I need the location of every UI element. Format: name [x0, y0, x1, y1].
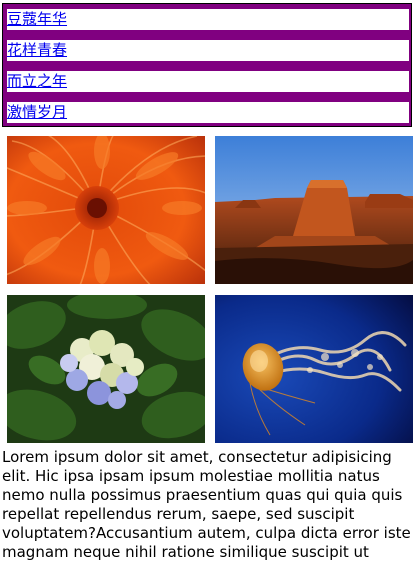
body-paragraph: Lorem ipsum dolor sit amet, consectetur … — [2, 448, 411, 561]
hydrangea-image — [7, 295, 205, 443]
jellyfish-image — [215, 295, 413, 443]
orange-chrysanthemum-image — [7, 136, 205, 284]
nav-link-4[interactable]: 激情岁月 — [7, 102, 409, 123]
nav-menu: 豆蔻年华 花样青春 而立之年 激情岁月 — [2, 3, 412, 127]
nav-link-1[interactable]: 豆蔻年华 — [7, 9, 409, 30]
nav-link-2[interactable]: 花样青春 — [7, 40, 409, 61]
nav-link-3[interactable]: 而立之年 — [7, 71, 409, 92]
desert-butte-image — [215, 136, 413, 284]
